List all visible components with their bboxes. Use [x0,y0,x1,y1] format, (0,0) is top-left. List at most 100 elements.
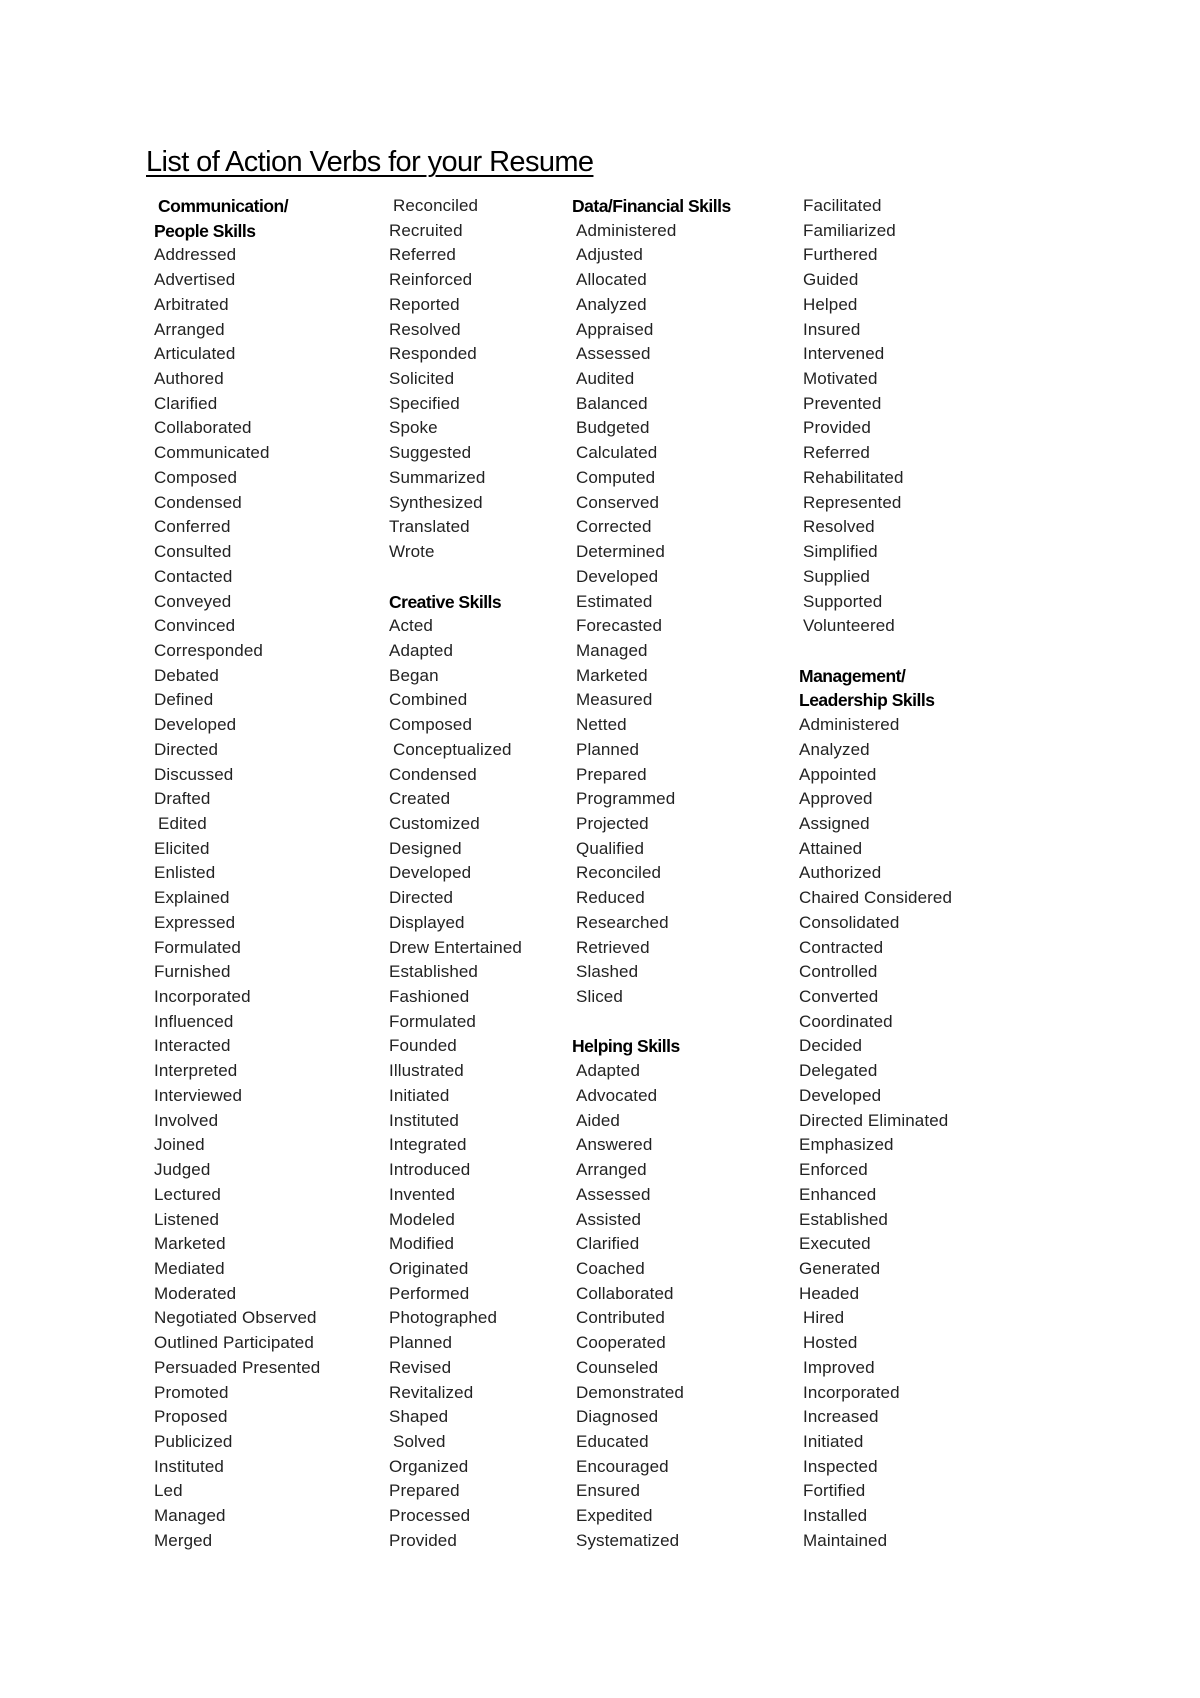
action-verb-item: Enforced [799,1160,868,1180]
action-verb-item: Formulated [389,1011,476,1031]
action-verb-item: Proposed [154,1407,228,1427]
action-verb-item: Arranged [576,1160,647,1180]
action-verb-item: Referred [389,245,456,265]
action-verb-item: Appraised [576,319,654,339]
action-verb-item: Helped [803,294,858,314]
action-verb-item: Allocated [576,270,647,290]
section-heading: People Skills [154,220,256,241]
action-verb-item: Revitalized [389,1382,474,1402]
action-verb-item: Joined [154,1135,205,1155]
action-verb-item: Chaired Considered [799,888,952,908]
action-verb-item: Solved [393,1432,446,1451]
action-verb-item: Furnished [154,962,231,982]
action-verb-item: Combined [389,690,468,710]
action-verb-item: Coordinated [799,1011,893,1031]
action-verb-item: Negotiated Observed [154,1308,317,1328]
action-verb-item: Administered [799,715,900,735]
action-verb-item: Improved [803,1357,875,1377]
action-verb-item: Consulted [154,542,232,562]
action-verb-item: Developed [799,1085,882,1105]
action-verb-item: Expedited [576,1506,653,1526]
action-verb-item: Authorized [799,863,882,883]
action-verb-item: Introduced [389,1160,471,1180]
action-verb-item: Articulated [154,344,236,364]
action-verb-item: Arranged [154,319,225,339]
action-verb-item: Composed [154,467,238,487]
action-verb-item: Explained [154,888,230,908]
action-verb-item: Established [799,1209,888,1229]
action-verb-item: Corrected [576,517,652,537]
section-heading: Helping Skills [572,1036,680,1057]
action-verb-item: Advertised [154,270,236,290]
action-verb-item: Resolved [803,517,875,537]
action-verb-item: Answered [576,1135,653,1155]
action-verb-item: Reinforced [389,270,473,290]
action-verb-item: Developed [389,863,472,883]
action-verb-item: Integrated [389,1135,467,1155]
action-verb-item: Assessed [576,344,651,364]
action-verb-item: Estimated [576,591,653,611]
action-verb-item: Aided [576,1110,620,1130]
action-verb-item: Coached [576,1258,645,1278]
action-verb-item: Performed [389,1283,470,1303]
section-heading: Creative Skills [389,591,502,612]
action-verb-item: Directed Eliminated [799,1110,949,1130]
action-verb-item: Defined [154,690,214,710]
action-verb-item: Headed [799,1283,860,1303]
action-verb-item: Spoke [389,418,438,438]
action-verb-item: Created [389,789,451,809]
action-verb-item: Translated [389,517,470,537]
action-verb-item: Supported [803,591,883,611]
action-verb-item: Solicited [389,369,455,389]
action-verb-item: Executed [799,1234,871,1254]
action-verb-item: Revised [389,1357,452,1377]
action-verb-item: Prevented [803,393,882,413]
action-verb-item: Originated [389,1258,469,1278]
action-verb-item: Photographed [389,1308,498,1328]
action-verb-item: Interviewed [154,1085,243,1105]
action-verb-item: Balanced [576,393,648,413]
action-verb-item: Audited [576,369,635,389]
action-verb-item: Budgeted [576,418,650,438]
action-verb-item: Interpreted [154,1061,238,1081]
action-verb-item: Projected [576,814,649,833]
action-verb-item: Marketed [154,1234,226,1254]
action-verb-item: Insured [803,319,861,339]
action-verb-item: Incorporated [154,987,251,1007]
action-verb-item: Assessed [576,1184,651,1204]
action-verb-item: Systematized [576,1530,680,1550]
action-verb-item: Promoted [154,1382,229,1402]
action-verb-item: Emphasized [799,1135,894,1155]
action-verb-item: Conceptualized [393,739,512,759]
action-verb-item: Fortified [803,1481,866,1501]
action-verb-item: Fashioned [389,987,470,1007]
action-verb-item: Sliced [576,987,623,1007]
action-verb-item: Supplied [803,566,870,586]
action-verb-item: Debated [154,665,219,685]
action-verb-item: Recruited [389,220,463,240]
action-verb-item: Expressed [154,912,236,932]
action-verb-item: Drew Entertained [389,937,522,957]
section-heading: Management/ [799,665,906,686]
action-verb-item: Guided [803,270,859,290]
action-verb-item: Publicized [154,1432,233,1451]
action-verb-item: Founded [389,1036,457,1056]
action-verb-item: Demonstrated [576,1382,684,1402]
action-verb-item: Contacted [154,566,233,586]
action-verb-item: Increased [803,1407,879,1427]
action-verb-item: Generated [799,1258,881,1278]
action-verb-item: Facilitated [803,196,882,215]
action-verb-item: Controlled [799,962,878,982]
action-verb-item: Managed [576,640,648,660]
action-verb-item: Initiated [803,1432,864,1451]
action-verb-item: Reconciled [393,196,479,215]
action-verb-item: Ensured [576,1481,641,1501]
action-verb-item: Invented [389,1184,456,1204]
action-verb-item: Judged [154,1160,211,1180]
action-verb-item: Provided [803,418,871,438]
action-verb-item: Delegated [799,1061,878,1081]
action-verb-item: Instituted [389,1110,459,1130]
action-verb-item: Developed [576,566,659,586]
action-verb-item: Planned [389,1333,453,1353]
action-verb-item: Installed [803,1506,868,1526]
